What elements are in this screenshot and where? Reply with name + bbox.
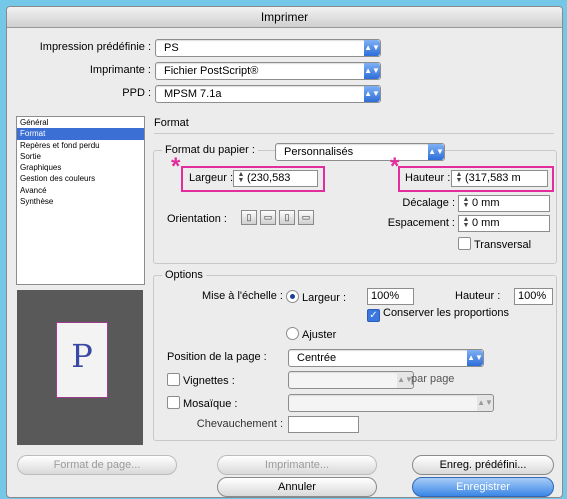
popup-arrows-icon: ▲▼ — [477, 395, 493, 411]
height-field[interactable]: ▲ ▼ (317,583 m — [451, 170, 548, 187]
category-item-graphics[interactable]: Graphiques — [17, 162, 144, 173]
printer-popup[interactable]: Fichier PostScript® ▲▼ — [155, 62, 381, 80]
checkbox-icon — [167, 373, 180, 386]
gap-field[interactable]: ▲ ▼ 0 mm — [458, 215, 550, 232]
category-item-color-management[interactable]: Gestion des couleurs — [17, 173, 144, 184]
preview-letter: P — [71, 337, 93, 375]
ppd-popup[interactable]: MPSM 7.1a ▲▼ — [155, 85, 381, 103]
overlap-field[interactable] — [288, 416, 359, 433]
height-value: (317,583 m — [465, 172, 521, 184]
tile-label: Mosaïque : — [183, 398, 238, 410]
fit-radio[interactable]: Ajuster — [286, 327, 336, 341]
category-item-summary[interactable]: Synthèse — [17, 196, 144, 207]
cancel-button[interactable]: Annuler — [217, 477, 377, 497]
printer-label: Imprimante : — [89, 64, 151, 76]
per-page-label: par page — [411, 373, 455, 385]
width-label: Largeur : — [189, 172, 234, 184]
checkbox-icon — [167, 396, 180, 409]
keep-proportions-checkbox[interactable]: ✓ Conserver les proportions — [367, 307, 509, 322]
scale-label: Mise à l'échelle : — [202, 290, 283, 302]
overlap-label: Chevauchement : — [196, 418, 283, 430]
gap-value: 0 mm — [472, 217, 500, 229]
format-section-title: Format — [154, 117, 189, 129]
width-field[interactable]: ▲ ▼ (230,583 — [233, 170, 318, 187]
popup-arrows-icon: ▲▼ — [428, 144, 444, 160]
paper-format-popup[interactable]: Personnalisés ▲▼ — [275, 143, 445, 161]
scale-height-field[interactable]: 100% — [514, 288, 553, 305]
gap-label: Espacement : — [387, 217, 455, 229]
window-title: Imprimer — [7, 7, 562, 28]
scale-height-label: Hauteur : — [455, 290, 501, 302]
popup-arrows-icon: ▲▼ — [364, 40, 380, 56]
save-preset-button[interactable]: Enreg. prédéfini... — [412, 455, 554, 475]
scale-width-radio[interactable]: Largeur : — [286, 290, 346, 304]
keep-proportions-label: Conserver les proportions — [383, 307, 509, 319]
highlight-star-icon: * — [171, 153, 181, 180]
printer-button[interactable]: Imprimante... — [217, 455, 377, 475]
popup-arrows-icon: ▲▼ — [364, 86, 380, 102]
transverse-checkbox[interactable]: Transversal — [458, 237, 531, 251]
page-setup-button[interactable]: Format de page... — [17, 455, 177, 475]
category-item-advanced[interactable]: Avancé — [17, 185, 144, 196]
preset-popup[interactable]: PS ▲▼ — [155, 39, 381, 57]
preset-value: PS — [164, 42, 179, 54]
thumbnails-label: Vignettes : — [183, 375, 235, 387]
fit-label: Ajuster — [302, 329, 337, 341]
scale-height-value: 100% — [518, 290, 547, 302]
orientation-landscape-icon[interactable]: ▭ — [260, 210, 276, 225]
stepper-icon[interactable]: ▲ ▼ — [462, 216, 470, 230]
save-button[interactable]: Enregistrer — [412, 477, 554, 497]
page-position-popup[interactable]: Centrée ▲▼ — [288, 349, 484, 367]
print-dialog: Imprimer Impression prédéfinie : PS ▲▼ I… — [6, 6, 563, 498]
offset-label: Décalage : — [402, 197, 455, 209]
preview-page: P — [56, 322, 108, 398]
stepper-icon[interactable]: ▲ ▼ — [237, 171, 245, 185]
orientation-portrait-icon[interactable]: ▯ — [241, 210, 257, 225]
height-label: Hauteur : — [405, 172, 451, 184]
scale-width-label: Largeur : — [302, 292, 347, 304]
orientation-landscape-reversed-icon[interactable]: ▭ — [298, 210, 314, 225]
options-title: Options — [162, 269, 206, 281]
popup-arrows-icon: ▲▼ — [467, 350, 483, 366]
offset-field[interactable]: ▲ ▼ 0 mm — [458, 195, 550, 212]
paper-format-value: Personnalisés — [284, 146, 354, 158]
page-position-value: Centrée — [297, 352, 337, 364]
radio-icon — [286, 290, 299, 303]
page-preview: P — [17, 290, 143, 445]
category-item-output[interactable]: Sortie — [17, 151, 144, 162]
stepper-icon[interactable]: ▲ ▼ — [462, 196, 470, 210]
category-list[interactable]: Général Format Repères et fond perdu Sor… — [16, 116, 145, 285]
ppd-label: PPD : — [122, 87, 151, 99]
page-position-label: Position de la page : — [167, 351, 267, 363]
scale-width-field[interactable]: 100% — [367, 288, 414, 305]
format-divider — [154, 133, 554, 134]
radio-icon — [286, 327, 299, 340]
ppd-value: MPSM 7.1a — [164, 88, 222, 100]
offset-value: 0 mm — [472, 197, 500, 209]
category-item-general[interactable]: Général — [17, 117, 144, 128]
checkbox-icon — [458, 237, 471, 250]
orientation-portrait-reversed-icon[interactable]: ▯ — [279, 210, 295, 225]
tile-popup[interactable]: ▲▼ — [288, 394, 494, 412]
popup-arrows-icon: ▲▼ — [364, 63, 380, 79]
thumbnails-checkbox[interactable]: Vignettes : — [167, 373, 235, 387]
width-value: (230,583 — [247, 172, 291, 184]
printer-value: Fichier PostScript® — [164, 65, 259, 77]
scale-width-value: 100% — [371, 290, 400, 302]
transverse-label: Transversal — [474, 239, 532, 251]
thumbnails-popup[interactable]: ▲▼ — [288, 371, 414, 389]
preset-label: Impression prédéfinie : — [39, 41, 151, 53]
checkmark-icon: ✓ — [367, 309, 380, 322]
tile-checkbox[interactable]: Mosaïque : — [167, 396, 237, 410]
category-item-format[interactable]: Format — [17, 128, 144, 140]
category-item-marks-bleed[interactable]: Repères et fond perdu — [17, 140, 144, 151]
orientation-label: Orientation : — [167, 213, 227, 225]
stepper-icon[interactable]: ▲ ▼ — [455, 171, 463, 185]
